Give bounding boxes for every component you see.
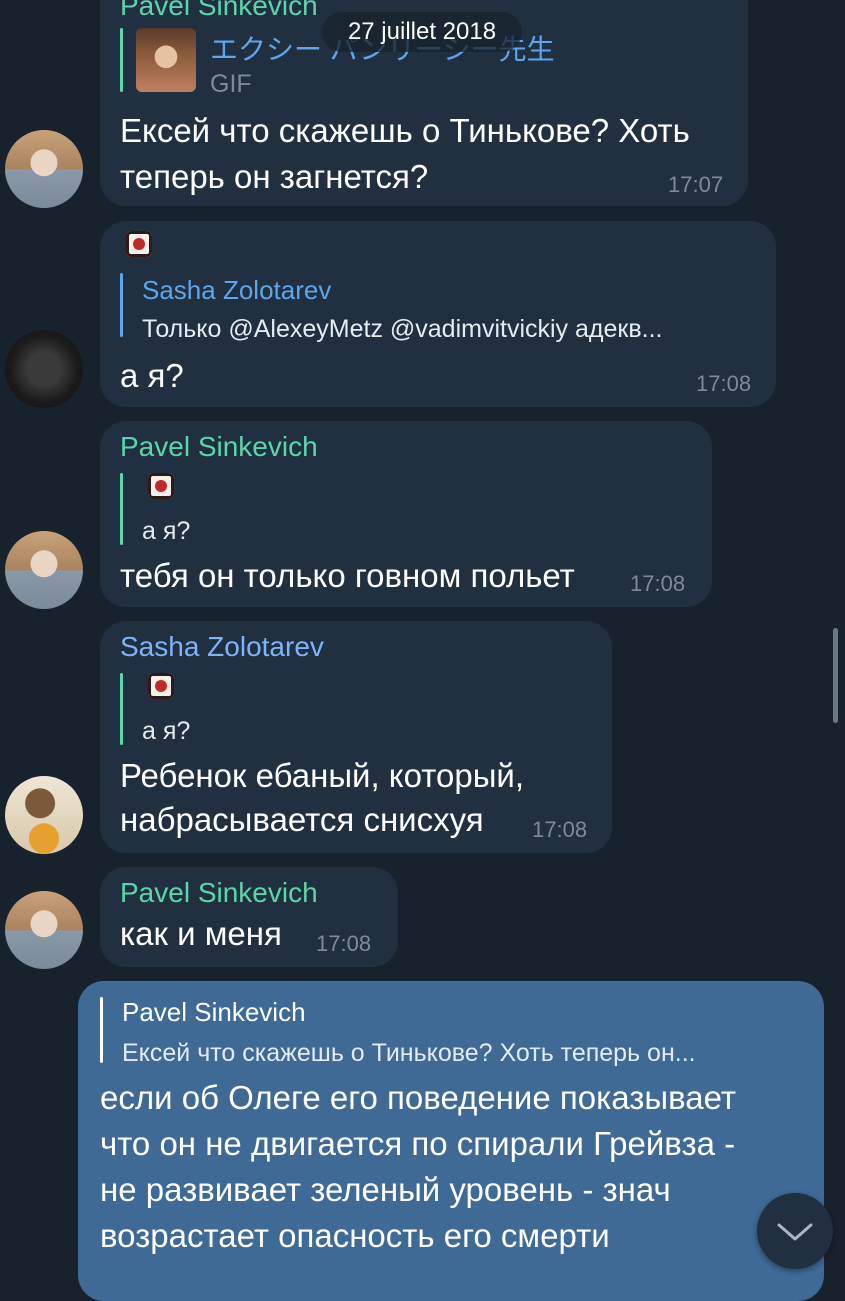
- message-text: теперь он загнется?: [120, 158, 429, 195]
- sender-name[interactable]: Sasha Zolotarev: [120, 631, 324, 663]
- message-text: а я?: [120, 357, 184, 394]
- reply-bar: [120, 673, 123, 745]
- reply-text: Только @AlexeyMetz @vadimvitvickiy адекв…: [142, 315, 663, 343]
- message-time: 17:08: [630, 571, 686, 596]
- reply-bar: [120, 473, 123, 545]
- message-time: 17:08: [696, 371, 752, 396]
- message-text: возрастает опасность его смерти: [100, 1217, 610, 1254]
- reply-text: а я?: [142, 717, 191, 745]
- sticker-icon: [148, 473, 174, 499]
- message-text: как и меня: [120, 915, 282, 952]
- reply-text: Ексей что скажешь о Тинькове? Хоть тепер…: [122, 1039, 696, 1067]
- avatar-sasha-zolotarev[interactable]: [5, 776, 83, 854]
- sender-name[interactable]: Pavel Sinkevich: [120, 877, 318, 909]
- message-text: что он не двигается по спирали Грейвза -: [100, 1125, 736, 1162]
- reply-sender-name[interactable]: Pavel Sinkevich: [122, 997, 306, 1028]
- reply-text: а я?: [142, 517, 191, 545]
- message-bubble[interactable]: Pavel Sinkevich а я? тебя он только говн…: [100, 421, 712, 607]
- reply-bar: [100, 997, 103, 1063]
- sticker-icon: [148, 673, 174, 699]
- message-text: набрасывается снисхуя: [120, 801, 484, 838]
- message-bubble[interactable]: Pavel Sinkevich как и меня 17:08: [100, 867, 398, 967]
- message-text: не развивает зеленый уровень - знач: [100, 1171, 671, 1208]
- outgoing-message-bubble[interactable]: Pavel Sinkevich Ексей что скажешь о Тинь…: [78, 981, 824, 1301]
- message-text: если об Олеге его поведение показывает: [100, 1079, 736, 1116]
- date-badge: 27 juillet 2018: [322, 12, 522, 52]
- message-text: Ексей что скажешь о Тинькове? Хоть: [120, 112, 690, 149]
- avatar-pavel[interactable]: [5, 891, 83, 969]
- sender-name[interactable]: Pavel Sinkevich: [120, 431, 318, 463]
- sticker-icon: [126, 231, 152, 257]
- scrollbar[interactable]: [833, 628, 838, 723]
- reply-sender-name[interactable]: Sasha Zolotarev: [142, 275, 331, 306]
- reply-bar: [120, 28, 123, 92]
- gif-thumbnail: [136, 28, 196, 92]
- message-bubble[interactable]: Sasha Zolotarev Только @AlexeyMetz @vadi…: [100, 221, 776, 407]
- message-time: 17:08: [316, 931, 372, 956]
- reply-bar: [120, 273, 123, 337]
- message-time: 17:08: [532, 817, 588, 842]
- message-text: Ребенок ебаный, который,: [120, 757, 525, 794]
- avatar-pavel[interactable]: [5, 531, 83, 609]
- avatar-sasha[interactable]: [5, 330, 83, 408]
- sender-name[interactable]: Pavel Sinkevich: [120, 0, 318, 22]
- chevron-down-icon: [777, 1223, 813, 1241]
- scroll-down-button[interactable]: [757, 1193, 833, 1269]
- message-bubble[interactable]: Sasha Zolotarev а я? Ребенок ебаный, кот…: [100, 621, 612, 853]
- reply-text: GIF: [210, 70, 252, 98]
- message-time: 17:07: [668, 172, 724, 197]
- avatar-pavel[interactable]: [5, 130, 83, 208]
- message-text: тебя он только говном польет: [120, 557, 575, 594]
